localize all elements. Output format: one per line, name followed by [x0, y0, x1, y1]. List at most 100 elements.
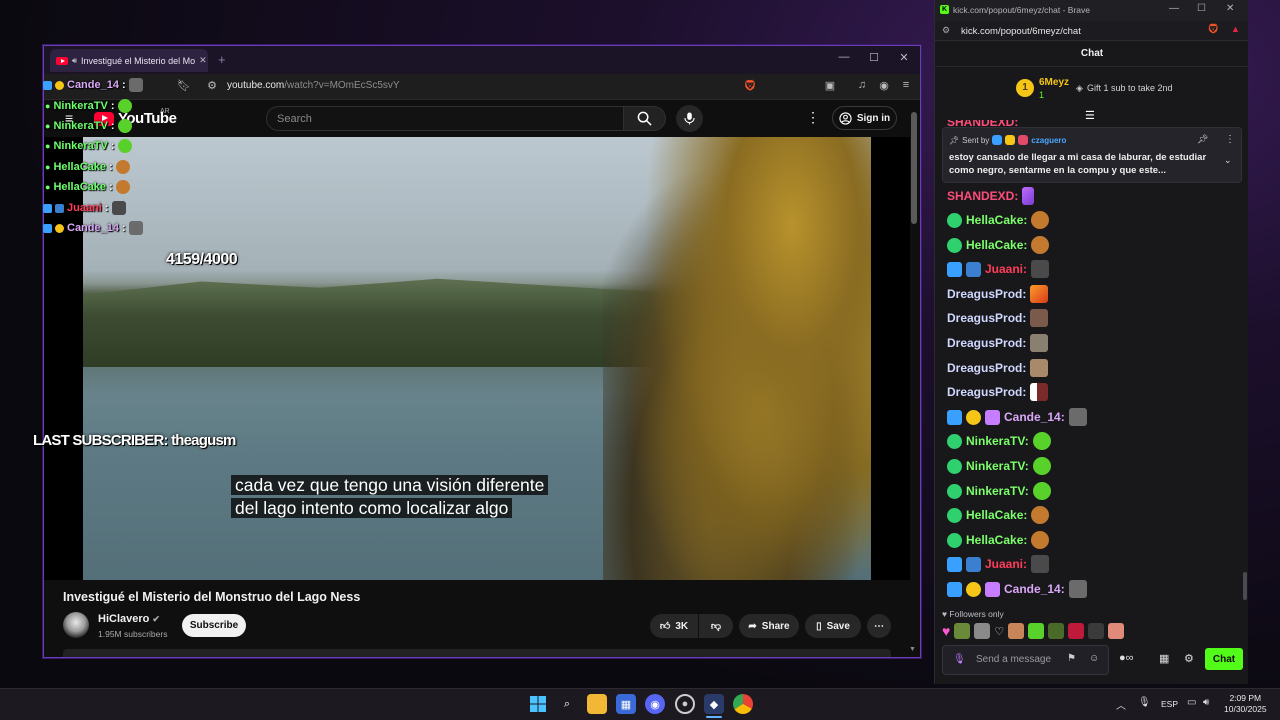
subscribe-button[interactable]: Subscribe [182, 614, 246, 637]
heart-emote-icon[interactable]: ♥ [942, 623, 950, 639]
chat-username[interactable]: DreagusProd: [947, 287, 1026, 301]
gift-icon: ◈ [1076, 83, 1083, 93]
chat-username[interactable]: NinkeraTV: [966, 484, 1029, 498]
gift-cta[interactable]: Gift 1 sub to take 2nd [1087, 83, 1173, 93]
reader-mode-icon[interactable]: ▣ [822, 79, 838, 92]
chat-username[interactable]: DreagusProd: [947, 361, 1026, 375]
emote-icon[interactable] [1008, 623, 1025, 639]
file-explorer-icon[interactable] [587, 694, 607, 714]
chat-username[interactable]: Cande_14: [1004, 582, 1065, 596]
emote-icon[interactable] [1028, 623, 1045, 639]
dislike-button[interactable]: 👎︎ [699, 614, 733, 638]
site-settings-icon[interactable]: ⚙︎ [942, 25, 950, 36]
discord-icon[interactable]: ◉ [645, 694, 665, 714]
pinned-message[interactable]: 📌︎ Sent by czaguero estoy cansado de lle… [942, 127, 1242, 183]
search-input[interactable]: Search [266, 106, 624, 131]
chrome-icon[interactable] [733, 694, 753, 714]
tab-youtube[interactable]: 🔊︎ Investigué el Misterio del Mo ✕ [50, 49, 208, 72]
chat-username[interactable]: DreagusProd: [947, 385, 1026, 399]
extension-icon[interactable]: ◉ [876, 79, 892, 92]
search-button[interactable] [624, 106, 666, 131]
chat-scrollbar-thumb[interactable] [1243, 572, 1247, 600]
pinned-sender-name[interactable]: czaguero [1031, 136, 1066, 145]
url-text[interactable]: youtube.com/watch?v=MOmEcSc5svY [227, 80, 400, 91]
sign-in-button[interactable]: Sign in [832, 106, 897, 130]
voice-search-button[interactable] [676, 105, 703, 132]
chat-username[interactable]: NinkeraTV: [966, 459, 1029, 473]
gear-icon[interactable]: ⚙︎ [1184, 652, 1194, 665]
chat-username[interactable]: DreagusProd: [947, 336, 1026, 350]
emoji-icon[interactable]: ☺ [1089, 653, 1099, 664]
network-icon[interactable]: ▭ [1187, 697, 1196, 708]
store-icon[interactable]: ▦ [1159, 652, 1169, 665]
language-indicator[interactable]: ESP [1161, 699, 1178, 709]
chat-username[interactable]: DreagusProd: [947, 311, 1026, 325]
maximize-icon[interactable]: ☐ [1197, 3, 1206, 14]
sub-goal-counter: 4159/4000 [166, 251, 238, 268]
more-options-icon[interactable]: ⋮ [1225, 134, 1235, 145]
rewards-icon[interactable]: ▲ [1231, 24, 1240, 34]
more-actions-button[interactable]: ⋯ [867, 614, 891, 638]
emote-icon[interactable] [974, 623, 991, 639]
media-icon[interactable]: ♫ [854, 79, 870, 91]
chat-username[interactable]: NinkeraTV: [966, 434, 1029, 448]
brave-shields-icon[interactable]: 🦁︎ [742, 79, 758, 92]
chat-username[interactable]: Juaani: [985, 262, 1027, 276]
kick-address-bar[interactable]: ⚙︎ kick.com/popout/6meyz/chat 🦁︎ ▲ [935, 21, 1248, 41]
heart-outline-icon[interactable]: ♡ [994, 625, 1004, 638]
search-taskbar-icon[interactable]: ⌕ [557, 694, 577, 714]
more-options-icon[interactable]: ⋮ [806, 109, 820, 126]
emote-icon[interactable] [1048, 623, 1065, 639]
chat-username[interactable]: HellaCake: [966, 238, 1027, 252]
clock[interactable]: 2:09 PM 10/30/2025 [1224, 693, 1267, 715]
gift-badge-icon [985, 581, 1000, 597]
pin-toggle-icon[interactable]: 📌︎ [1197, 134, 1208, 145]
close-window-icon[interactable]: ✕ [1226, 3, 1234, 14]
description-box[interactable] [63, 649, 891, 657]
volume-icon[interactable]: 🔊︎ [1203, 697, 1209, 708]
chat-username[interactable]: Cande_14: [1004, 410, 1065, 424]
scroll-down-arrow-icon[interactable]: ▼ [909, 646, 916, 653]
gifter-name[interactable]: 6Meyz [1039, 77, 1069, 88]
like-button[interactable]: 👍︎ 3K [650, 614, 698, 638]
chat-username[interactable]: HellaCake: [966, 213, 1027, 227]
scrollbar-thumb[interactable] [911, 112, 917, 224]
close-window-icon[interactable]: ✕ [894, 51, 914, 64]
minimize-icon[interactable]: — [834, 51, 854, 63]
maximize-icon[interactable]: ☐ [864, 51, 884, 64]
emote-icon[interactable] [1068, 623, 1085, 639]
site-settings-icon[interactable]: ⚙︎ [204, 79, 220, 92]
tray-expand-icon[interactable]: ︿ [1116, 697, 1126, 712]
channel-avatar[interactable] [63, 612, 89, 638]
close-tab-icon[interactable]: ✕ [199, 55, 207, 66]
bookmark-icon[interactable]: 🔖︎ [176, 79, 192, 92]
kick-url[interactable]: kick.com/popout/6meyz/chat [961, 26, 1081, 37]
minimize-icon[interactable]: — [1169, 3, 1179, 14]
save-button[interactable]: ▯ Save [805, 614, 861, 638]
translate-icon[interactable]: ⚑ [1067, 653, 1076, 664]
brave-taskbar-icon[interactable]: ◆ [704, 694, 724, 714]
chat-message-input[interactable]: 🎙︎ Send a message ⚑ ☺ [942, 645, 1109, 675]
channel-name[interactable]: HiClavero ✔ [98, 613, 160, 625]
chat-username[interactable]: Juaani: [985, 557, 1027, 571]
menu-icon[interactable]: ≡ [898, 79, 914, 91]
emote-icon[interactable] [1108, 623, 1125, 639]
chat-username[interactable]: HellaCake: [966, 508, 1027, 522]
chat-username[interactable]: SHANDEXD: [947, 189, 1018, 203]
emote-icon[interactable] [1088, 623, 1105, 639]
channel-points-icon[interactable]: ●∞ [1119, 652, 1134, 664]
send-chat-button[interactable]: Chat [1205, 648, 1243, 670]
start-button[interactable] [528, 694, 548, 714]
share-button[interactable]: ➦ Share [739, 614, 799, 638]
filter-icon[interactable]: ☰ [1085, 109, 1095, 122]
speaker-icon[interactable]: 🔊︎ [72, 56, 77, 66]
brave-shields-icon[interactable]: 🦁︎ [1207, 24, 1220, 35]
emote-icon[interactable] [954, 623, 971, 639]
chat-username[interactable]: HellaCake: [966, 533, 1027, 547]
microphone-icon[interactable]: 🎙︎ [953, 654, 966, 665]
chevron-down-icon[interactable]: ⌄ [1224, 155, 1232, 166]
obs-icon[interactable]: ● [675, 694, 695, 714]
store-app-icon[interactable]: ▦ [616, 694, 636, 714]
microphone-tray-icon[interactable]: 🎙︎ [1138, 697, 1151, 708]
new-tab-button[interactable]: + [218, 52, 226, 67]
